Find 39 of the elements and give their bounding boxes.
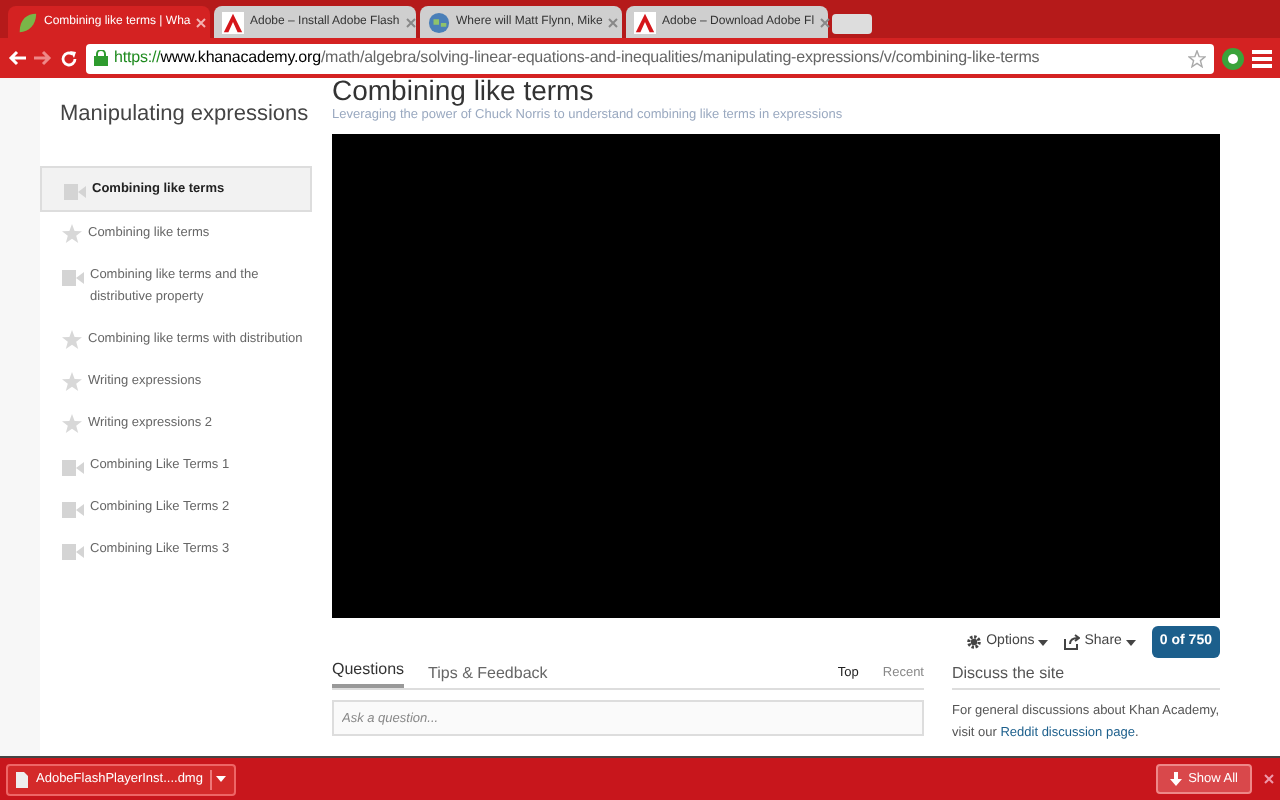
video-camera-icon xyxy=(62,502,84,518)
discussion-tab[interactable]: Questions xyxy=(332,658,405,688)
close-icon[interactable] xyxy=(1264,774,1274,784)
file-icon xyxy=(16,771,28,787)
gear-icon xyxy=(966,634,983,650)
star-icon[interactable] xyxy=(1188,49,1206,67)
back-icon[interactable] xyxy=(8,50,26,66)
close-icon[interactable] xyxy=(820,17,831,27)
close-icon[interactable] xyxy=(608,17,619,27)
discuss-heading: Discuss the site xyxy=(952,662,1220,690)
video-camera-icon xyxy=(64,184,86,200)
lock-icon xyxy=(94,50,108,66)
star-icon xyxy=(62,414,82,434)
close-icon[interactable] xyxy=(405,17,416,27)
share-icon xyxy=(1064,634,1081,650)
forward-icon[interactable] xyxy=(34,50,52,66)
star-icon xyxy=(62,372,82,392)
close-icon[interactable] xyxy=(196,17,207,27)
video-title: Combining like terms xyxy=(332,78,596,104)
caret-icon xyxy=(1038,639,1049,645)
adobe-logo-icon xyxy=(222,11,244,33)
globe-icon xyxy=(428,11,450,33)
adobe-logo-icon xyxy=(634,11,656,33)
menu-icon[interactable] xyxy=(1252,49,1272,67)
leaf-icon xyxy=(16,11,38,33)
reload-icon[interactable] xyxy=(60,49,78,67)
discussion-tab[interactable]: Tips & Feedback xyxy=(428,662,548,688)
caret-icon xyxy=(216,776,227,782)
star-icon xyxy=(62,224,82,244)
star-icon xyxy=(62,330,82,350)
caret-icon xyxy=(1125,639,1136,645)
video-camera-icon xyxy=(62,270,84,286)
url-text: https://www.khanacademy.org/math/algebra/solving-linear-equations-and-inequalities/manipulating-expressions/v/combining-like-terms xyxy=(114,46,1040,70)
address-bar[interactable]: https://www.khanacademy.org/math/algebra/solving-linear-equations-and-inequalities/manipulating-expressions/v/combining-like-terms xyxy=(86,43,1214,73)
download-arrow-icon xyxy=(1170,772,1183,786)
video-camera-icon xyxy=(62,544,84,560)
video-camera-icon xyxy=(62,460,84,476)
extension-icon[interactable] xyxy=(1222,47,1244,69)
sidebar-title: Manipulating expressions xyxy=(58,100,311,130)
